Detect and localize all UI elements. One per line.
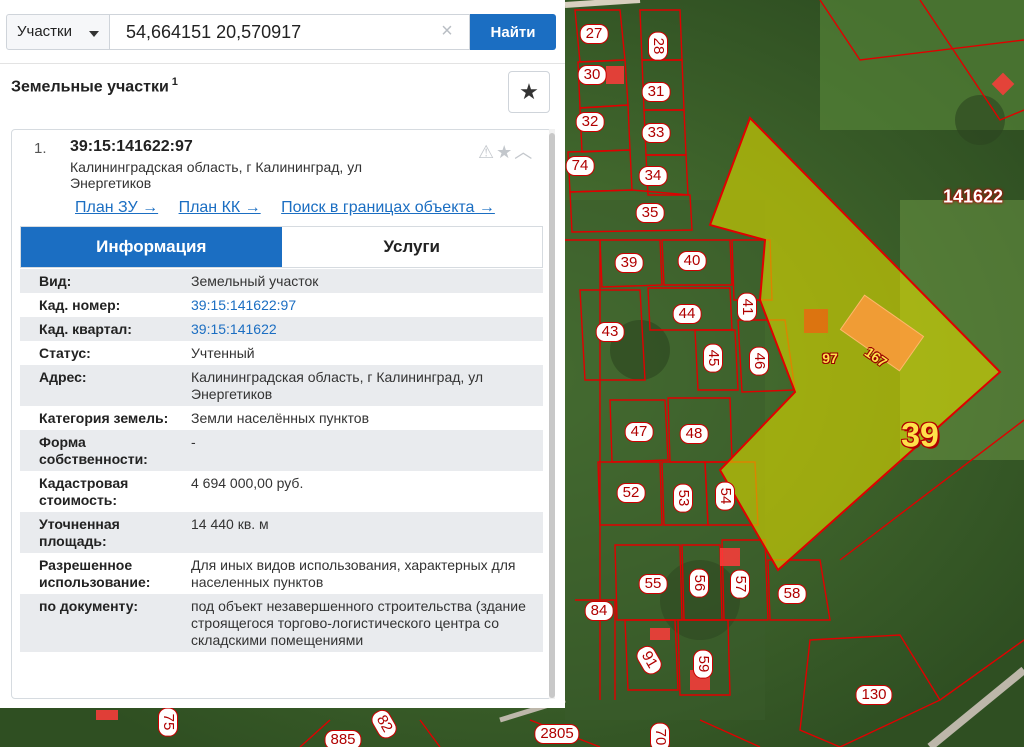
results-count: 1 — [171, 76, 178, 88]
info-key: по документу: — [39, 598, 139, 614]
card-links: План ЗУ → План КК → Поиск в границах объ… — [75, 199, 511, 217]
info-key: Форма собственности: — [39, 434, 148, 467]
plot-label: 43 — [595, 322, 625, 342]
info-row: Форма собственности: - — [20, 430, 543, 471]
info-key: Разрешенное использование: — [39, 557, 151, 590]
plot-label: 32 — [575, 112, 605, 132]
star-icon[interactable]: ★ — [496, 142, 514, 162]
info-key: Кадастровая стоимость: — [39, 475, 129, 508]
plot-label: 55 — [638, 574, 668, 594]
info-row: по документу: под объект незавершенного с… — [20, 594, 543, 652]
plot-label: 59 — [693, 649, 713, 679]
plot-label: 35 — [635, 203, 665, 223]
info-panel: Участки × Найти Земельные участки1 ★ 1. … — [0, 0, 565, 708]
plot-label: 54 — [715, 481, 735, 511]
info-row: Вид: Земельный участок — [20, 269, 543, 293]
info-value: под объект незавершенного строительства … — [191, 598, 526, 648]
info-row: Уточненная площадь: 14 440 кв. м — [20, 512, 543, 553]
tab-information[interactable]: Информация — [21, 227, 282, 267]
plot-label: 885 — [324, 730, 362, 747]
plot-label: 48 — [679, 424, 709, 444]
quarter-label: 141622 — [942, 186, 1004, 207]
info-key: Кад. номер: — [39, 297, 121, 313]
info-row: Разрешенное использование: Для иных видов… — [20, 553, 543, 594]
info-row: Кад. квартал: 39:15:141622 — [20, 317, 543, 341]
results-heading: Земельные участки 1 — [11, 76, 178, 96]
object-type-select[interactable]: Участки — [6, 14, 110, 50]
object-type-label: Участки — [17, 23, 72, 40]
result-address: Калининградская область, г Калининград, … — [70, 159, 363, 191]
info-value: Земельный участок — [191, 273, 319, 289]
info-value: Земли населённых пунктов — [191, 410, 370, 426]
info-value: 14 440 кв. м — [191, 516, 269, 532]
cadastral-number-link[interactable]: 39:15:141622:97 — [191, 297, 543, 314]
plot-label: 33 — [641, 123, 671, 143]
plot-label: 39 — [614, 253, 644, 273]
info-key: Адрес: — [39, 369, 87, 385]
plot-plan-link[interactable]: План ЗУ → — [75, 199, 158, 216]
plot-label: 75 — [158, 707, 178, 737]
info-row: Категория земель: Земли населённых пункто… — [20, 406, 543, 430]
info-value: - — [191, 434, 196, 450]
chevron-down-icon — [89, 31, 99, 37]
star-icon: ★ — [519, 79, 539, 104]
info-value: 4 694 000,00 руб. — [191, 475, 304, 491]
plot-label: 56 — [689, 568, 709, 598]
info-row: Кад. номер: 39:15:141622:97 — [20, 293, 543, 317]
plot-label: 70 — [650, 722, 670, 747]
plot-label: 74 — [565, 156, 595, 176]
result-index: 1. — [34, 140, 47, 157]
parcel-suffix-label: 97 — [822, 350, 838, 366]
info-key: Статус: — [39, 345, 91, 361]
search-bar: Участки × Найти — [0, 0, 565, 64]
plot-label: 84 — [584, 601, 614, 621]
plot-label: 46 — [749, 346, 769, 376]
info-row: Адрес: Калининградская область, г Калинин… — [20, 365, 543, 406]
card-tabs: Информация Услуги — [20, 226, 543, 268]
info-key: Вид: — [39, 273, 72, 289]
plot-label: 40 — [677, 251, 707, 271]
plot-label: 2805 — [534, 724, 580, 744]
info-key: Категория земель: — [39, 410, 169, 426]
cadastral-quarter-link[interactable]: 39:15:141622 — [191, 321, 543, 338]
tab-services[interactable]: Услуги — [281, 227, 542, 267]
info-table: Вид: Земельный участок Кад. номер: 39:15:1… — [20, 269, 543, 652]
find-button[interactable]: Найти — [470, 14, 556, 50]
info-value: Калининградская область, г Калининград, … — [191, 369, 484, 402]
info-key: Кад. квартал: — [39, 321, 132, 337]
quarter-plan-link[interactable]: План КК → — [179, 199, 261, 216]
plot-label: 52 — [616, 483, 646, 503]
plot-label: 57 — [730, 569, 750, 599]
search-within-object-link[interactable]: Поиск в границах объекта → — [281, 199, 495, 216]
results-title: Земельные участки — [11, 78, 169, 96]
info-value: Учтенный — [191, 345, 255, 361]
plot-label: 31 — [641, 82, 671, 102]
info-row: Кадастровая стоимость: 4 694 000,00 руб. — [20, 471, 543, 512]
plot-label: 44 — [672, 304, 702, 324]
warning-icon[interactable]: ⚠ — [478, 142, 496, 162]
plot-label: 130 — [855, 685, 893, 705]
search-input[interactable] — [110, 14, 470, 50]
plot-label: 47 — [624, 422, 654, 442]
card-actions: ⚠★︿ — [478, 138, 534, 164]
scrollbar-thumb[interactable] — [549, 133, 555, 698]
info-value: Для иных видов использования, характерны… — [191, 557, 516, 590]
chevron-up-icon[interactable]: ︿ — [514, 142, 534, 162]
plot-label: 30 — [577, 65, 607, 85]
plot-label: 45 — [703, 343, 723, 373]
plot-label: 34 — [638, 166, 668, 186]
plot-label: 27 — [579, 24, 609, 44]
info-key: Уточненная площадь: — [39, 516, 120, 549]
cadastral-number-title: 39:15:141622:97 — [70, 138, 193, 155]
info-row: Статус: Учтенный — [20, 341, 543, 365]
plot-label: 58 — [777, 584, 807, 604]
plot-label: 41 — [737, 292, 757, 322]
result-card: 1. 39:15:141622:97 Калининградская облас… — [11, 129, 552, 699]
parcel-number-label: 39 — [901, 416, 939, 455]
plot-label: 28 — [648, 31, 668, 61]
favorites-button[interactable]: ★ — [508, 71, 550, 113]
plot-label: 53 — [673, 483, 693, 513]
clear-icon[interactable]: × — [438, 21, 456, 41]
